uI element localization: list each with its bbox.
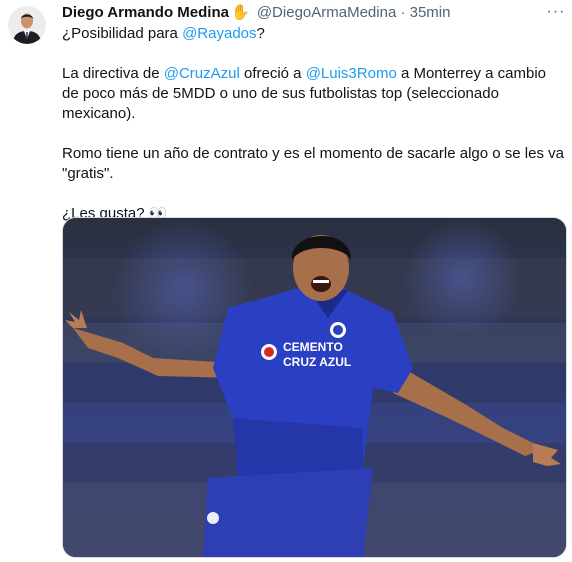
tweet-line-1: ¿Posibilidad para @Rayados? <box>62 25 265 42</box>
tweet-paragraph-2: La directiva de @CruzAzul ofreció a @Lui… <box>62 65 547 122</box>
tweet-photo[interactable]: CEMENTO CRUZ AZUL <box>62 217 567 558</box>
tweet-header: Diego Armando Medina ✋ @DiegoArmaMedina ·… <box>62 3 450 23</box>
jersey-sponsor-2: CRUZ AZUL <box>283 355 351 369</box>
raised-hand-icon: ✋ <box>230 4 250 21</box>
mention-rayados[interactable]: @Rayados <box>182 25 256 42</box>
separator-dot: · <box>400 4 406 21</box>
more-options-icon[interactable]: ··· <box>546 3 566 23</box>
player-celebration-image: CEMENTO CRUZ AZUL <box>63 218 566 557</box>
mention-luis3romo[interactable]: @Luis3Romo <box>306 65 397 82</box>
tweet-paragraph-3: Romo tiene un año de contrato y es el mo… <box>62 145 564 182</box>
author-name[interactable]: Diego Armando Medina <box>62 4 229 21</box>
jersey-sponsor-1: CEMENTO <box>283 340 343 354</box>
timestamp[interactable]: 35min <box>410 4 451 21</box>
tweet-text: ¿Posibilidad para @Rayados? La directiva… <box>62 24 564 224</box>
author-handle[interactable]: @DiegoArmaMedina <box>257 4 396 21</box>
mention-cruzazul[interactable]: @CruzAzul <box>164 65 240 82</box>
author-avatar[interactable] <box>8 6 46 44</box>
avatar-image <box>8 6 46 44</box>
